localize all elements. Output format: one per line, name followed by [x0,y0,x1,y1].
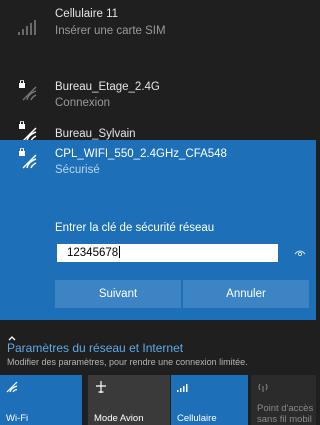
tile-label: Wi-Fi [6,413,29,424]
wifi-secured-icon [19,148,37,169]
selected-network-security: Sécurisé [55,164,100,176]
next-button[interactable]: Suivant [55,280,181,308]
hotspot-icon [258,383,268,392]
network-name: Bureau_Etage_2.4G [55,81,160,93]
tile-airplane-mode[interactable]: Mode Avion [88,375,170,425]
wifi-icon [6,381,18,393]
tile-wifi[interactable]: Wi-Fi [0,375,82,425]
tile-label: Mode Avion [94,413,144,424]
tile-cellular[interactable]: Cellulaire [171,375,248,425]
network-status: Connexion [55,97,110,109]
security-key-input[interactable]: 12345678 [55,242,280,264]
airplane-icon [96,381,106,393]
security-key-value: 12345678 [67,247,119,259]
security-key-label: Entrer la clé de sécurité réseau [55,222,215,234]
wifi-secured-icon [19,80,37,101]
network-settings-subtitle: Modifier des paramètres, pour rendre une… [7,357,248,367]
tile-label: Cellulaire [177,413,217,424]
selected-network-name: CPL_WIFI_550_2.4GHz_CFA548 [55,148,227,160]
network-item[interactable]: Bureau_Etage_2.4G Connexion [0,70,316,115]
selected-network-panel[interactable]: CPL_WIFI_550_2.4GHz_CFA548 Sécurisé Entr… [0,140,316,320]
cellular-icon [177,384,188,392]
network-settings-link[interactable]: Paramètres du réseau et Internet [7,341,183,355]
text-caret [119,246,121,258]
network-name: Bureau_Sylvain [55,128,136,140]
tile-mobile-hotspot[interactable]: Point d'accès sans fil mobil [251,375,316,425]
cellular-item[interactable]: Cellulaire 11 Insérer une carte SIM [0,0,316,45]
tile-label: Point d'accès sans fil mobil [257,403,314,425]
reveal-password-icon[interactable] [293,245,307,261]
cellular-signal-icon [18,20,36,35]
cellular-name: Cellulaire 11 [55,8,119,20]
cellular-status: Insérer une carte SIM [55,25,166,37]
cancel-button[interactable]: Annuler [183,280,309,308]
